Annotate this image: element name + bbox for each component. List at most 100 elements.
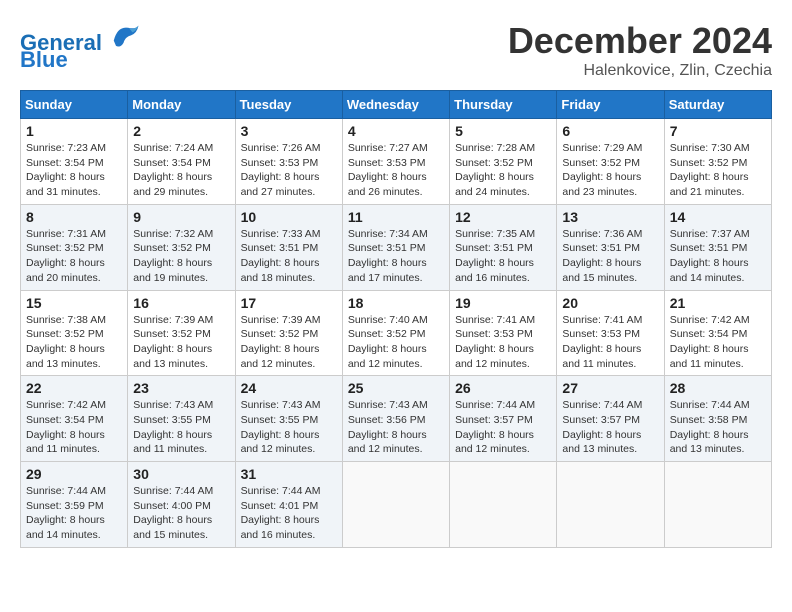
day-info: Sunrise: 7:23 AM Sunset: 3:54 PM Dayligh…: [26, 141, 122, 200]
day-number: 1: [26, 123, 122, 139]
calendar-cell: 15 Sunrise: 7:38 AM Sunset: 3:52 PM Dayl…: [21, 290, 128, 376]
day-number: 14: [670, 209, 766, 225]
calendar-week-5: 29 Sunrise: 7:44 AM Sunset: 3:59 PM Dayl…: [21, 462, 772, 548]
calendar-cell: 21 Sunrise: 7:42 AM Sunset: 3:54 PM Dayl…: [664, 290, 771, 376]
day-number: 5: [455, 123, 551, 139]
location: Halenkovice, Zlin, Czechia: [508, 62, 772, 80]
calendar-cell: 24 Sunrise: 7:43 AM Sunset: 3:55 PM Dayl…: [235, 376, 342, 462]
day-info: Sunrise: 7:34 AM Sunset: 3:51 PM Dayligh…: [348, 227, 444, 286]
day-info: Sunrise: 7:35 AM Sunset: 3:51 PM Dayligh…: [455, 227, 551, 286]
day-number: 15: [26, 295, 122, 311]
day-number: 27: [562, 380, 658, 396]
calendar-cell: 12 Sunrise: 7:35 AM Sunset: 3:51 PM Dayl…: [450, 204, 557, 290]
day-number: 2: [133, 123, 229, 139]
calendar-week-1: 1 Sunrise: 7:23 AM Sunset: 3:54 PM Dayli…: [21, 119, 772, 205]
calendar-cell: [342, 462, 449, 548]
day-number: 16: [133, 295, 229, 311]
day-number: 6: [562, 123, 658, 139]
calendar-body: 1 Sunrise: 7:23 AM Sunset: 3:54 PM Dayli…: [21, 119, 772, 548]
day-number: 4: [348, 123, 444, 139]
month-title: December 2024: [508, 20, 772, 62]
calendar-cell: 29 Sunrise: 7:44 AM Sunset: 3:59 PM Dayl…: [21, 462, 128, 548]
logo-bird-icon: [110, 20, 140, 50]
calendar-cell: 16 Sunrise: 7:39 AM Sunset: 3:52 PM Dayl…: [128, 290, 235, 376]
calendar-header-tuesday: Tuesday: [235, 91, 342, 119]
calendar-cell: 23 Sunrise: 7:43 AM Sunset: 3:55 PM Dayl…: [128, 376, 235, 462]
day-info: Sunrise: 7:44 AM Sunset: 4:01 PM Dayligh…: [241, 484, 337, 543]
day-number: 7: [670, 123, 766, 139]
day-number: 22: [26, 380, 122, 396]
day-info: Sunrise: 7:27 AM Sunset: 3:53 PM Dayligh…: [348, 141, 444, 200]
day-number: 28: [670, 380, 766, 396]
calendar-cell: 18 Sunrise: 7:40 AM Sunset: 3:52 PM Dayl…: [342, 290, 449, 376]
calendar-header-wednesday: Wednesday: [342, 91, 449, 119]
day-info: Sunrise: 7:39 AM Sunset: 3:52 PM Dayligh…: [241, 313, 337, 372]
day-number: 3: [241, 123, 337, 139]
day-number: 10: [241, 209, 337, 225]
calendar-cell: [450, 462, 557, 548]
calendar-header-monday: Monday: [128, 91, 235, 119]
logo: General Blue: [20, 20, 140, 73]
day-number: 17: [241, 295, 337, 311]
calendar-cell: 26 Sunrise: 7:44 AM Sunset: 3:57 PM Dayl…: [450, 376, 557, 462]
calendar-cell: 22 Sunrise: 7:42 AM Sunset: 3:54 PM Dayl…: [21, 376, 128, 462]
calendar-cell: 30 Sunrise: 7:44 AM Sunset: 4:00 PM Dayl…: [128, 462, 235, 548]
day-info: Sunrise: 7:31 AM Sunset: 3:52 PM Dayligh…: [26, 227, 122, 286]
day-info: Sunrise: 7:43 AM Sunset: 3:55 PM Dayligh…: [241, 398, 337, 457]
day-number: 18: [348, 295, 444, 311]
calendar-header-row: SundayMondayTuesdayWednesdayThursdayFrid…: [21, 91, 772, 119]
day-info: Sunrise: 7:32 AM Sunset: 3:52 PM Dayligh…: [133, 227, 229, 286]
page-header: General Blue December 2024 Halenkovice, …: [20, 20, 772, 80]
calendar-cell: 11 Sunrise: 7:34 AM Sunset: 3:51 PM Dayl…: [342, 204, 449, 290]
calendar-cell: 3 Sunrise: 7:26 AM Sunset: 3:53 PM Dayli…: [235, 119, 342, 205]
day-info: Sunrise: 7:44 AM Sunset: 3:59 PM Dayligh…: [26, 484, 122, 543]
calendar-cell: [557, 462, 664, 548]
day-info: Sunrise: 7:33 AM Sunset: 3:51 PM Dayligh…: [241, 227, 337, 286]
day-number: 31: [241, 466, 337, 482]
day-number: 11: [348, 209, 444, 225]
day-info: Sunrise: 7:39 AM Sunset: 3:52 PM Dayligh…: [133, 313, 229, 372]
calendar-cell: 5 Sunrise: 7:28 AM Sunset: 3:52 PM Dayli…: [450, 119, 557, 205]
day-number: 20: [562, 295, 658, 311]
calendar-cell: 1 Sunrise: 7:23 AM Sunset: 3:54 PM Dayli…: [21, 119, 128, 205]
day-info: Sunrise: 7:41 AM Sunset: 3:53 PM Dayligh…: [562, 313, 658, 372]
day-info: Sunrise: 7:28 AM Sunset: 3:52 PM Dayligh…: [455, 141, 551, 200]
day-number: 21: [670, 295, 766, 311]
day-info: Sunrise: 7:38 AM Sunset: 3:52 PM Dayligh…: [26, 313, 122, 372]
day-info: Sunrise: 7:24 AM Sunset: 3:54 PM Dayligh…: [133, 141, 229, 200]
calendar-cell: [664, 462, 771, 548]
day-info: Sunrise: 7:43 AM Sunset: 3:56 PM Dayligh…: [348, 398, 444, 457]
calendar-cell: 9 Sunrise: 7:32 AM Sunset: 3:52 PM Dayli…: [128, 204, 235, 290]
day-info: Sunrise: 7:29 AM Sunset: 3:52 PM Dayligh…: [562, 141, 658, 200]
calendar-cell: 20 Sunrise: 7:41 AM Sunset: 3:53 PM Dayl…: [557, 290, 664, 376]
day-info: Sunrise: 7:44 AM Sunset: 4:00 PM Dayligh…: [133, 484, 229, 543]
day-number: 13: [562, 209, 658, 225]
calendar-header-thursday: Thursday: [450, 91, 557, 119]
day-number: 19: [455, 295, 551, 311]
day-number: 8: [26, 209, 122, 225]
day-number: 23: [133, 380, 229, 396]
day-number: 29: [26, 466, 122, 482]
day-number: 25: [348, 380, 444, 396]
day-info: Sunrise: 7:44 AM Sunset: 3:58 PM Dayligh…: [670, 398, 766, 457]
calendar-cell: 6 Sunrise: 7:29 AM Sunset: 3:52 PM Dayli…: [557, 119, 664, 205]
calendar-header-saturday: Saturday: [664, 91, 771, 119]
title-block: December 2024 Halenkovice, Zlin, Czechia: [508, 20, 772, 80]
day-info: Sunrise: 7:44 AM Sunset: 3:57 PM Dayligh…: [455, 398, 551, 457]
calendar-week-3: 15 Sunrise: 7:38 AM Sunset: 3:52 PM Dayl…: [21, 290, 772, 376]
calendar-cell: 19 Sunrise: 7:41 AM Sunset: 3:53 PM Dayl…: [450, 290, 557, 376]
calendar-cell: 13 Sunrise: 7:36 AM Sunset: 3:51 PM Dayl…: [557, 204, 664, 290]
calendar-table: SundayMondayTuesdayWednesdayThursdayFrid…: [20, 90, 772, 548]
day-info: Sunrise: 7:43 AM Sunset: 3:55 PM Dayligh…: [133, 398, 229, 457]
calendar-cell: 17 Sunrise: 7:39 AM Sunset: 3:52 PM Dayl…: [235, 290, 342, 376]
day-info: Sunrise: 7:42 AM Sunset: 3:54 PM Dayligh…: [26, 398, 122, 457]
calendar-week-4: 22 Sunrise: 7:42 AM Sunset: 3:54 PM Dayl…: [21, 376, 772, 462]
day-info: Sunrise: 7:44 AM Sunset: 3:57 PM Dayligh…: [562, 398, 658, 457]
calendar-header-sunday: Sunday: [21, 91, 128, 119]
calendar-cell: 4 Sunrise: 7:27 AM Sunset: 3:53 PM Dayli…: [342, 119, 449, 205]
day-info: Sunrise: 7:26 AM Sunset: 3:53 PM Dayligh…: [241, 141, 337, 200]
calendar-week-2: 8 Sunrise: 7:31 AM Sunset: 3:52 PM Dayli…: [21, 204, 772, 290]
day-number: 26: [455, 380, 551, 396]
calendar-cell: 8 Sunrise: 7:31 AM Sunset: 3:52 PM Dayli…: [21, 204, 128, 290]
day-info: Sunrise: 7:40 AM Sunset: 3:52 PM Dayligh…: [348, 313, 444, 372]
